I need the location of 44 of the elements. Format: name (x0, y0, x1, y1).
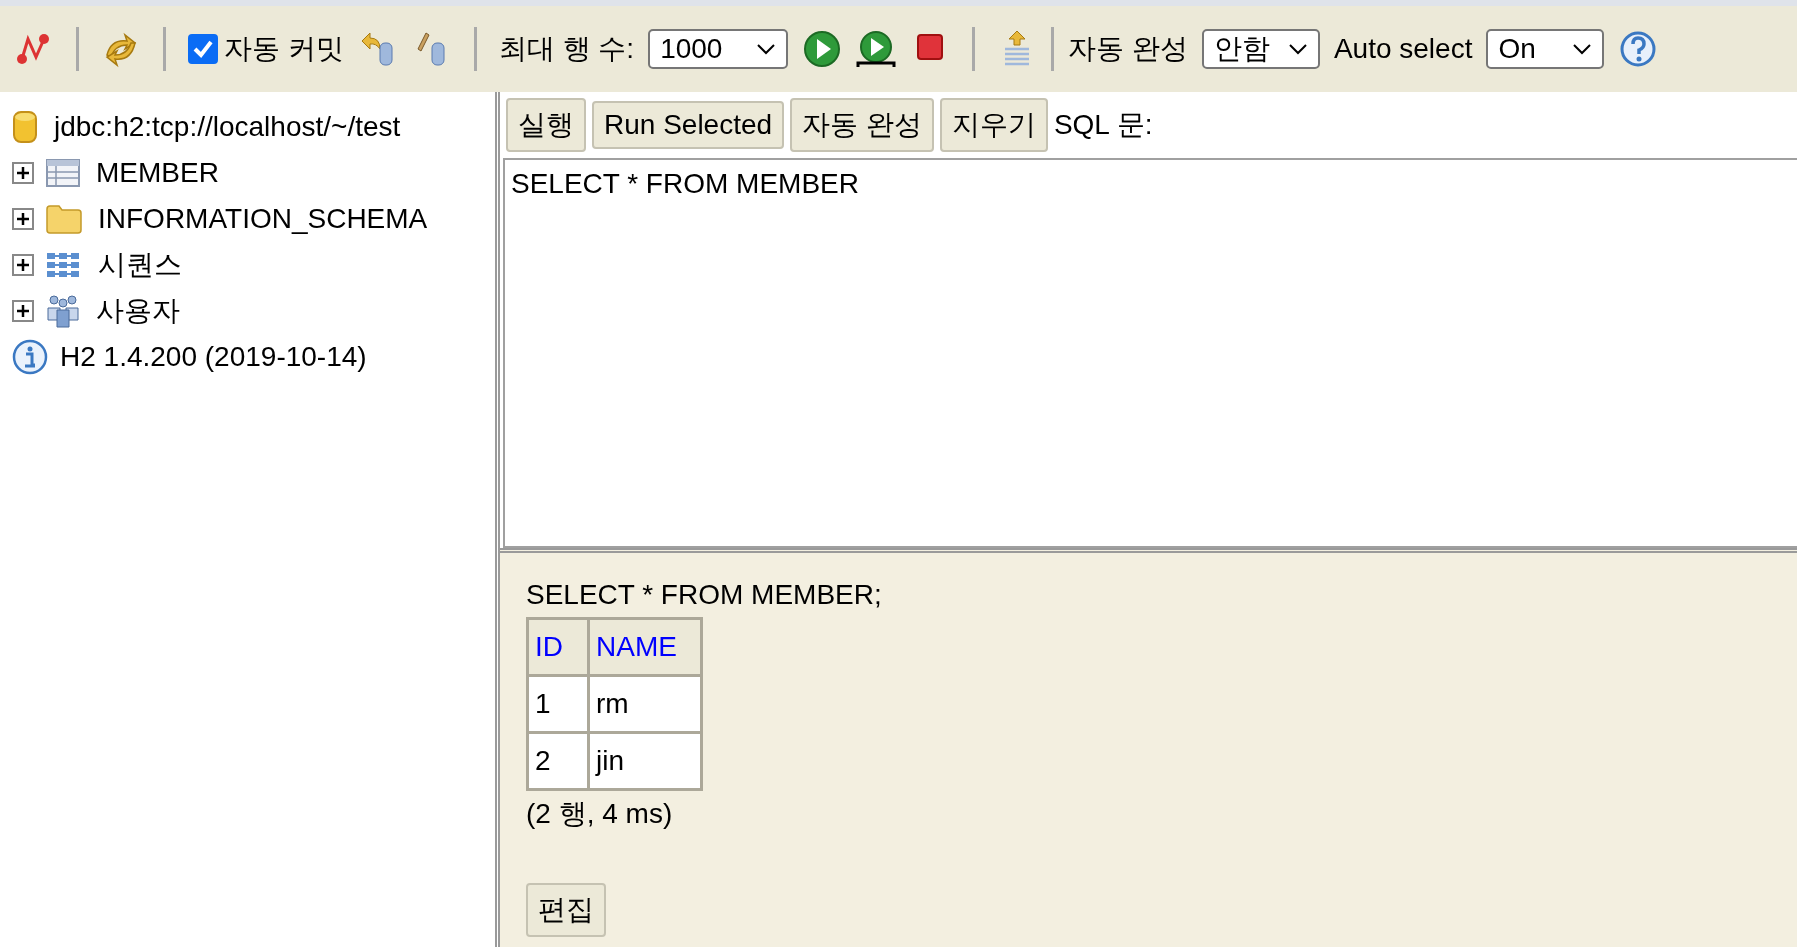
run-icon[interactable] (802, 29, 843, 69)
sql-editor[interactable]: SELECT * FROM MEMBER (503, 158, 1797, 548)
tree-item[interactable]: INFORMATION_SCHEMA (98, 203, 428, 235)
tree-item[interactable]: 시퀀스 (98, 246, 182, 284)
caret-icon (1287, 43, 1308, 55)
max-rows-select[interactable]: 1000 (648, 29, 789, 69)
tree-item[interactable]: 사용자 (96, 292, 180, 330)
expand-icon[interactable] (12, 162, 34, 184)
autocomplete-label: 자동 완성 (1068, 32, 1188, 66)
toolbar-button[interactable]: 지우기 (939, 98, 1048, 152)
database-icon (12, 110, 38, 144)
run-selected-icon[interactable] (856, 29, 897, 69)
info-icon (12, 339, 48, 375)
table-cell: 1 (527, 675, 589, 733)
sequence-icon (46, 251, 82, 279)
connection-label[interactable]: jdbc:h2:tcp://localhost/~/test (54, 111, 401, 143)
edit-button[interactable]: 편집 (526, 883, 606, 937)
table-cell: rm (588, 675, 702, 733)
expand-icon[interactable] (12, 300, 34, 322)
max-rows-label: 최대 행 수: (498, 32, 635, 66)
autocomplete-select[interactable]: 안함 (1201, 29, 1320, 69)
result-summary: (2 행, 4 ms) (526, 797, 673, 831)
toolbar-button[interactable]: Run Selected (592, 101, 785, 149)
table-cell: jin (588, 732, 702, 790)
caret-icon (756, 43, 777, 55)
query-text: SELECT * FROM MEMBER; (526, 579, 883, 611)
caret-icon (1572, 43, 1593, 55)
toolbar-button[interactable]: 실행 (506, 98, 586, 152)
sql-label: SQL 문: (1053, 108, 1153, 142)
autocommit-label: 자동 커밋 (224, 32, 344, 66)
folder-icon (46, 204, 82, 234)
table-icon (46, 159, 80, 187)
expand-icon[interactable] (12, 254, 34, 276)
auto-select-label: Auto select (1333, 33, 1473, 65)
toolbar-button[interactable]: 자동 완성 (790, 98, 934, 152)
column-header[interactable]: ID (527, 618, 589, 676)
expand-icon[interactable] (12, 208, 34, 230)
autocommit-checkbox[interactable] (188, 34, 218, 64)
users-icon (46, 294, 80, 328)
tree-item[interactable]: MEMBER (96, 157, 219, 189)
table-cell: 2 (527, 732, 589, 790)
auto-select-select[interactable]: On (1486, 29, 1605, 69)
column-header[interactable]: NAME (588, 618, 702, 676)
version-label: H2 1.4.200 (2019-10-14) (60, 341, 367, 373)
